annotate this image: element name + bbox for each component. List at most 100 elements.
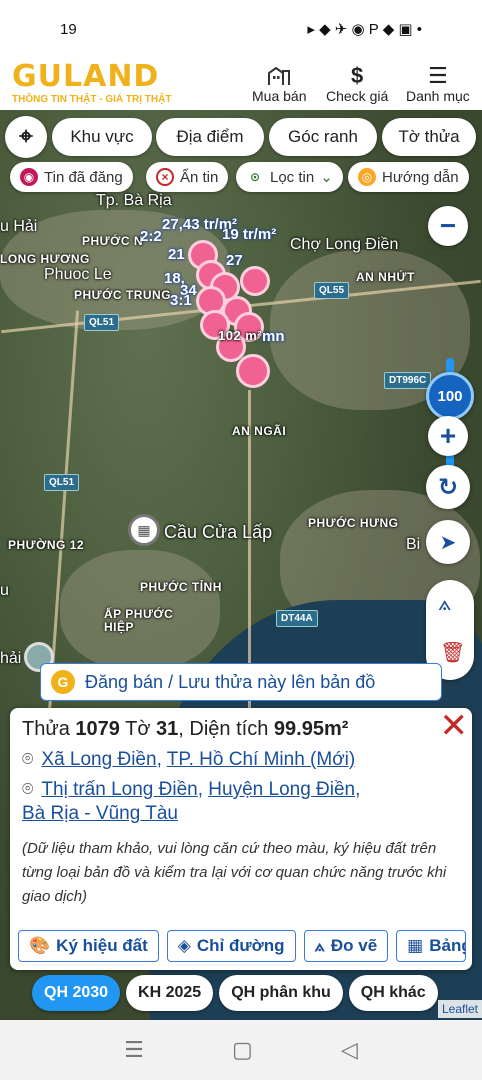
map-label: PHƯỚC TRUNG [74, 288, 172, 302]
road-shield: DT996C [384, 372, 432, 389]
chip-loc-tin[interactable]: ⊙ Lọc tin ⌄ [236, 162, 343, 192]
map-label: Tp. Bà Rịa [96, 192, 172, 209]
draw-compass-icon[interactable]: ⟑ [438, 590, 451, 616]
status-time: 19 [60, 20, 77, 38]
nav-label-mua-ban: Mua bán [252, 88, 307, 104]
logo-brand: GULAND [12, 59, 160, 94]
chip-huong-dan[interactable]: ◎ Hướng dẫn [348, 162, 469, 192]
parcel-title: Thửa 1079 Tờ 31, Diện tích 99.95m² [22, 718, 349, 740]
zoom-out-button[interactable]: − [428, 206, 468, 246]
status-left: 19 [60, 21, 77, 38]
locate-me-button[interactable]: ⌖ [5, 116, 47, 158]
parcel-area-label: 102 m² [218, 328, 263, 343]
filter-goc-ranh[interactable]: Góc ranh [269, 118, 377, 156]
building-icon [252, 64, 306, 88]
chevron-down-icon: ⌄ [320, 169, 333, 186]
chip-an-tin[interactable]: × Ẩn tin [146, 162, 229, 192]
filter-khu-vuc[interactable]: Khu vực [52, 118, 152, 156]
map-label: PHƯỜNG 12 [8, 538, 85, 552]
navigate-button[interactable]: ➤ [426, 520, 470, 564]
map-label: Chợ Long Điền [290, 236, 399, 253]
tab-qh-phan-khu[interactable]: QH phân khu [219, 975, 343, 1011]
zoom-level-value: 100 [437, 387, 463, 405]
refresh-button[interactable]: ↻ [426, 465, 470, 509]
zoom-in-button[interactable]: + [428, 416, 468, 456]
map-label: u [0, 582, 9, 599]
filter-dia-diem[interactable]: Địa điểm [156, 118, 264, 156]
home-icon[interactable]: ▢ [232, 1037, 253, 1063]
nav-label-check-gia: Check giá [326, 88, 389, 104]
map-label: AN NGÃI [232, 424, 287, 438]
palette-icon: 🎨 [29, 936, 51, 955]
map-label: AN NHỨT [356, 270, 415, 284]
map-pin-cau-cua-lap[interactable]: ▦ [128, 514, 160, 546]
map-label: PHƯỚC HƯNG [308, 516, 399, 530]
refresh-icon: ↻ [437, 473, 459, 501]
nav-danh-muc[interactable]: ☰ Danh mục [406, 63, 470, 105]
parcel-price-label: 3:1 [170, 292, 192, 309]
map-label: hải [0, 650, 22, 667]
menu-icon: ☰ [428, 63, 448, 88]
parcel-price-label: mn [262, 328, 285, 345]
location-pin-icon: ⌾ [22, 749, 34, 770]
address-province: Bà Rịa - Vũng Tàu [22, 803, 460, 825]
map-label: Bi [406, 536, 421, 553]
tab-qh-khac[interactable]: QH khác [348, 975, 438, 1011]
trash-icon[interactable]: 🗑 [440, 640, 465, 665]
compass-icon: ⟑ [314, 936, 325, 955]
status-bar: 19 ▸ ◆ ✈ ◉ P ◆ ▣ • [0, 0, 482, 58]
link-city[interactable]: TP. Hồ Chí Minh (Mới) [167, 749, 355, 770]
guland-logo[interactable]: GULAND THÔNG TIN THẬT - GIÁ TRỊ THẬT [12, 59, 171, 106]
back-icon[interactable]: ◁ [341, 1037, 358, 1063]
nav-mua-ban[interactable]: Mua bán [252, 64, 306, 104]
measure-button[interactable]: ⟑ Đo vẽ [303, 930, 389, 962]
parcel-pin[interactable] [240, 266, 270, 296]
parcel-pin-selected[interactable] [236, 354, 270, 388]
disclaimer-note: (Dữ liệu tham khảo, vui lòng căn cứ theo… [22, 840, 447, 905]
zoom-level-indicator[interactable]: 100 [426, 372, 474, 420]
status-indicators: ▸ ◆ ✈ ◉ P ◆ ▣ • [307, 21, 422, 38]
link-town[interactable]: Thị trấn Long Điền [41, 779, 197, 800]
link-province[interactable]: Bà Rịa - Vũng Tàu [22, 803, 178, 825]
link-commune[interactable]: Xã Long Điền [41, 749, 156, 770]
crosshair-icon: ⌖ [19, 123, 33, 150]
nav-label-danh-muc: Danh mục [406, 88, 470, 104]
plan-tabs: QH 2030 KH 2025 QH phân khu QH khác [32, 975, 438, 1011]
guland-g-icon: G [51, 670, 75, 694]
map-label: u Hải [0, 218, 38, 235]
filter-to-thua[interactable]: Tờ thửa [382, 118, 476, 156]
parcel-price-label: 21 [168, 246, 185, 263]
dollar-icon: $ [351, 63, 364, 88]
location-pin-icon: ⌾ [22, 779, 34, 800]
tab-qh-2030[interactable]: QH 2030 [32, 975, 121, 1011]
link-district[interactable]: Huyện Long Điền [208, 779, 355, 800]
chip-label: Tin đã đăng [44, 168, 123, 186]
address-old: ⌾ Thị trấn Long Điền, Huyện Long Điền, [22, 779, 361, 800]
guide-icon: ◎ [358, 168, 376, 186]
close-icon[interactable]: ✕ [440, 706, 469, 746]
directions-button[interactable]: ◈ Chỉ đường [166, 930, 296, 962]
leaflet-attribution[interactable]: Leaflet [437, 1000, 482, 1018]
map-label: Cầu Cửa Lấp [164, 522, 273, 542]
card-actions: 🎨Ký hiệu đất ◈Chỉ đường ⟑Đo vẽ ▦Bảng [18, 930, 467, 962]
map-label: PHƯỚC N [82, 234, 144, 248]
parcel-price-label: 2:2 [140, 228, 162, 245]
chip-tin-da-dang[interactable]: ◉ Tin đã đăng [10, 162, 133, 192]
map-label: Phuoc Le [44, 266, 112, 283]
parcel-info-card: ✕ Thửa 1079 Tờ 31, Diện tích 99.95m² ⌾ X… [10, 706, 472, 970]
road-shield: QL51 [84, 314, 120, 331]
recent-apps-icon[interactable]: ☰ [124, 1037, 144, 1063]
table-button[interactable]: ▦Bảng [396, 930, 467, 962]
chip-label: Lọc tin [270, 168, 315, 186]
symbols-button[interactable]: 🎨 Ký hiệu đất [18, 930, 159, 962]
chip-label: Ẩn tin [180, 168, 219, 186]
nav-check-gia[interactable]: $ Check giá [326, 63, 389, 105]
directions-icon: ◈ [177, 936, 191, 955]
road-shield: QL55 [314, 282, 350, 299]
banner-text: Đăng bán / Lưu thửa này lên bản đồ [85, 671, 376, 692]
location-pin-icon: ⊙ [249, 170, 261, 184]
parcel-price-label: 19 tr/m² [222, 226, 277, 243]
post-parcel-banner[interactable]: G Đăng bán / Lưu thửa này lên bản đồ [40, 663, 442, 701]
tab-kh-2025[interactable]: KH 2025 [126, 975, 214, 1011]
road-shield: DT44A [276, 610, 318, 627]
